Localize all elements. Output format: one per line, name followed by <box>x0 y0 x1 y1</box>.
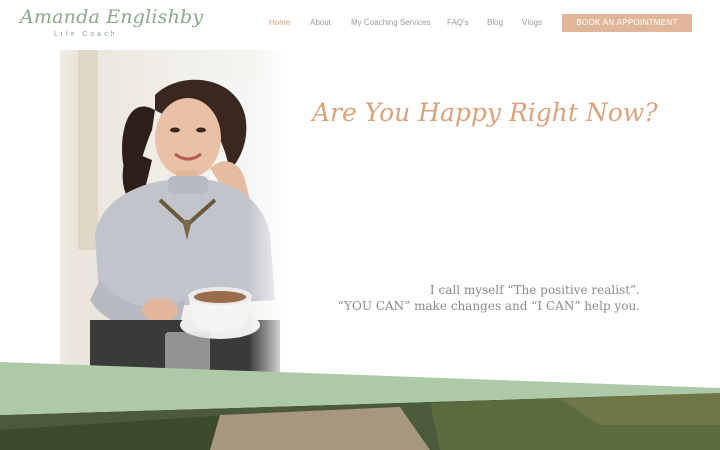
nav-about[interactable]: About <box>310 18 331 27</box>
nav-faqs[interactable]: FAQ's <box>447 18 469 27</box>
logo-subtitle: Life Coach <box>54 31 118 38</box>
nav-vlogs[interactable]: Vlogs <box>522 18 542 27</box>
hero-headline: Are You Happy Right Now? <box>312 98 658 127</box>
nav-home[interactable]: Home <box>269 18 290 27</box>
footer-band <box>0 362 720 450</box>
nav-coaching-services[interactable]: My Coaching Services <box>351 18 431 27</box>
book-appointment-button[interactable]: BOOK AN APPOINTMENT <box>562 14 692 32</box>
hero-photo <box>60 50 290 378</box>
nav-blog[interactable]: Blog <box>487 18 503 27</box>
site-logo[interactable]: Amanda Englishby Life Coach <box>20 6 203 40</box>
hero-quote-line-1: I call myself “The positive realist”. <box>429 283 640 297</box>
hero-quote-line-2: “YOU CAN” make changes and “I CAN” help … <box>337 299 640 313</box>
logo-name: Amanda Englishby <box>20 6 204 28</box>
